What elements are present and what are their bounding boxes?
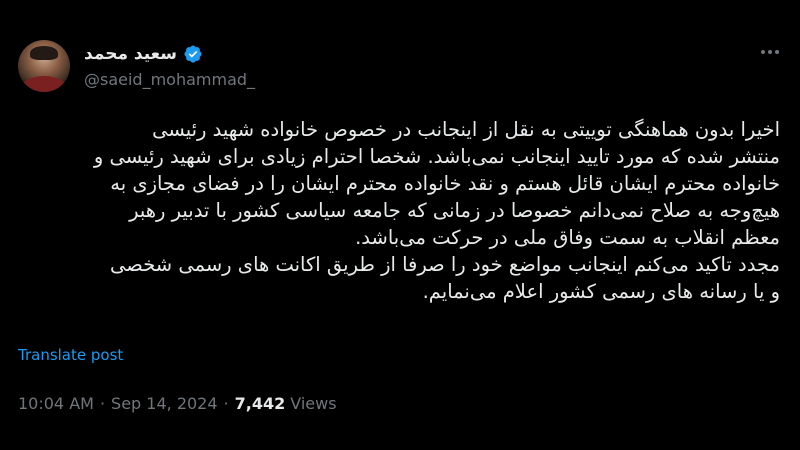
post-text-line: معظم انقلاب به سمت وفاق ملی در حرکت می‌ب… bbox=[355, 226, 780, 249]
avatar-hair bbox=[30, 46, 58, 60]
translate-post-link[interactable]: Translate post bbox=[18, 346, 123, 364]
post-time[interactable]: 10:04 AM bbox=[18, 394, 94, 413]
post-text-line: مجدد تاکید می‌کنم اینجانب مواضع خود را ص… bbox=[110, 253, 780, 276]
meta-separator: · bbox=[223, 394, 229, 413]
post-text-line: هیچ‌وجه به صلاح نمی‌دانم خصوصا در زمانی … bbox=[129, 199, 780, 222]
post-date[interactable]: Sep 14, 2024 bbox=[111, 394, 218, 413]
more-options-icon[interactable] bbox=[757, 44, 783, 60]
author-handle[interactable]: @saeid_mohammad_ bbox=[84, 70, 255, 89]
post-meta: 10:04 AM · Sep 14, 2024 · 7,442 Views bbox=[18, 394, 337, 413]
post-text-line: اخیرا بدون هماهنگی توییتی به نقل از اینج… bbox=[152, 118, 780, 141]
dot bbox=[768, 50, 772, 54]
meta-separator: · bbox=[99, 394, 106, 413]
post-card: سعید محمد @saeid_mohammad_ اخیرا بدون هم… bbox=[0, 0, 800, 450]
post-text-line: و یا رسانه های رسمی کشور اعلام می‌نمایم. bbox=[422, 280, 780, 303]
post-text: اخیرا بدون هماهنگی توییتی به نقل از اینج… bbox=[20, 116, 780, 305]
author-display-name[interactable]: سعید محمد bbox=[84, 44, 177, 64]
views-count: 7,442 bbox=[234, 394, 286, 413]
dot bbox=[775, 50, 779, 54]
avatar[interactable] bbox=[18, 40, 70, 92]
post-text-line: خانواده محترم ایشان قائل هستم و نقد خانو… bbox=[110, 172, 780, 195]
post-text-line: منتشر شده که مورد تایید اینجانب نمی‌باشد… bbox=[93, 145, 780, 168]
avatar-shirt bbox=[22, 76, 66, 92]
author-name-row: سعید محمد bbox=[84, 42, 203, 66]
verified-badge-icon[interactable] bbox=[183, 44, 203, 64]
views-label: Views bbox=[290, 394, 337, 413]
dot bbox=[761, 50, 765, 54]
